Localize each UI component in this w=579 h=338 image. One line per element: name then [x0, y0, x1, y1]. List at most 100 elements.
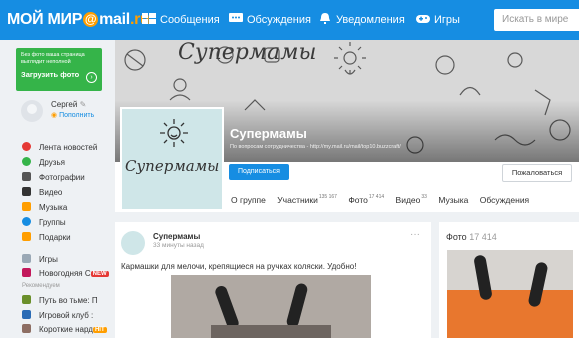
avatar-logo-text: Супермамы	[125, 157, 220, 175]
top-up-link[interactable]: ◉ Пополнить	[51, 111, 94, 119]
logo-mail: mail	[99, 11, 130, 28]
tab-about[interactable]: О группе	[231, 195, 266, 205]
menu-item-photos[interactable]: Фотографии	[22, 172, 85, 184]
video-icon	[22, 187, 31, 196]
post-photo[interactable]	[171, 275, 371, 338]
hit-badge: HIT	[92, 327, 107, 333]
nav-discussions[interactable]: Обсуждения	[229, 13, 311, 26]
stroller-handle	[213, 284, 241, 331]
post-author-avatar[interactable]	[121, 231, 145, 255]
menu-item-label: Короткие нард	[39, 325, 93, 334]
tab-count: 17 414	[368, 194, 385, 200]
tab-label: О группе	[231, 195, 266, 205]
camera-icon	[22, 172, 31, 181]
menu-item-label: Игры	[39, 255, 58, 264]
nav-games-label: Игры	[434, 14, 460, 26]
chevron-right-icon: ›	[86, 72, 97, 83]
cover-logo: Супермамы	[178, 40, 317, 65]
tab-discussions[interactable]: Обсуждения	[480, 195, 529, 205]
post-text: Кармашки для мелочи, крепящиеся на ручка…	[121, 262, 357, 271]
top-up-label: Пополнить	[59, 112, 95, 119]
friends-icon	[22, 157, 31, 166]
nav-messages[interactable]: Сообщения	[142, 13, 220, 26]
photo-thumbnail[interactable]	[447, 250, 573, 338]
group-tabs: О группе Участники135 167 Фото17 414 Вид…	[231, 194, 538, 205]
stroller-fabric	[447, 290, 573, 338]
site-logo[interactable]: МОЙ МИР @ mail.ru	[7, 11, 150, 29]
post-timestamp[interactable]: 33 минуты назад	[153, 242, 204, 249]
menu-item-gifts[interactable]: Подарки	[22, 232, 71, 244]
tab-label: Участники	[277, 195, 318, 205]
coin-icon: ◉	[51, 112, 58, 119]
logo-main: МОЙ МИР	[7, 11, 83, 28]
menu-item-label: Музыка	[39, 203, 68, 212]
group-subtitle: По вопросам сотрудничества - http://my.m…	[230, 144, 401, 150]
menu-item-label: Лента новостей	[39, 143, 98, 152]
tab-label: Музыка	[438, 195, 469, 205]
feed-icon	[22, 142, 31, 151]
game-thumbnail-icon	[22, 324, 31, 333]
bell-icon	[320, 13, 330, 24]
gamepad-icon	[416, 15, 430, 23]
user-name[interactable]: Сергей ✎	[51, 100, 86, 109]
user-avatar[interactable]	[21, 100, 43, 122]
menu-item-video[interactable]: Видео	[22, 187, 62, 199]
menu-item-music[interactable]: Музыка	[22, 202, 67, 214]
menu-item-label: Путь во тьме: П	[39, 296, 98, 305]
menu-item-label: Группы	[39, 218, 66, 227]
game-thumbnail-icon	[22, 268, 31, 277]
menu-item-rec-1[interactable]: Путь во тьме: П	[22, 295, 98, 307]
tab-members[interactable]: Участники135 167	[277, 194, 337, 205]
menu-item-label: Подарки	[39, 233, 71, 242]
menu-item-label: Новогодняя С	[39, 269, 91, 278]
menu-item-label: Видео	[39, 188, 63, 197]
menu-item-feed[interactable]: Лента новостей	[22, 142, 97, 154]
menu-item-rec-2[interactable]: Игровой клуб :	[22, 310, 93, 322]
menu-item-groups[interactable]: Группы	[22, 217, 66, 229]
menu-item-new-year-game[interactable]: Новогодняя С NEW	[22, 268, 109, 280]
game-thumbnail-icon	[22, 295, 31, 304]
nav-notifications-label: Уведомления	[336, 14, 405, 26]
game-thumbnail-icon	[22, 310, 31, 319]
user-name-text: Сергей	[51, 100, 78, 109]
tab-label: Фото	[348, 195, 368, 205]
photos-title: Фото	[446, 232, 467, 242]
photos-heading[interactable]: Фото 17 414	[446, 232, 497, 242]
tab-count: 135 167	[318, 194, 337, 200]
photos-count: 17 414	[469, 232, 497, 242]
sun-logo-icon	[160, 119, 188, 147]
upload-photo-promo[interactable]: Без фото ваша страница выглядит неполной…	[16, 48, 102, 91]
games-icon	[22, 254, 31, 263]
group-title: Супермамы	[230, 126, 307, 141]
recommended-heading: Рекомендуем	[22, 283, 60, 289]
group-avatar[interactable]: Супермамы	[120, 107, 224, 211]
gift-icon	[22, 232, 31, 241]
menu-item-friends[interactable]: Друзья	[22, 157, 65, 169]
report-button[interactable]: Пожаловаться	[502, 164, 572, 182]
messages-icon	[142, 13, 156, 24]
discussions-icon	[229, 13, 243, 22]
edit-icon[interactable]: ✎	[80, 100, 87, 109]
tab-music[interactable]: Музыка	[438, 195, 468, 205]
groups-icon	[22, 217, 31, 226]
stroller-handle	[285, 282, 309, 329]
nav-notifications[interactable]: Уведомления	[318, 13, 405, 26]
subscribe-button[interactable]: Подписаться	[229, 164, 289, 180]
menu-item-label: Друзья	[39, 158, 65, 167]
nav-discussions-label: Обсуждения	[247, 14, 311, 26]
menu-item-games[interactable]: Игры	[22, 254, 58, 266]
nav-messages-label: Сообщения	[160, 14, 220, 26]
tab-photos[interactable]: Фото17 414	[348, 194, 385, 205]
menu-item-rec-3[interactable]: Короткие нард HIT	[22, 324, 107, 336]
search-input[interactable]: Искать в мире	[494, 9, 579, 31]
menu-item-label: Фотографии	[39, 173, 85, 182]
menu-item-label: Игровой клуб :	[39, 311, 94, 320]
more-options-icon[interactable]: ···	[410, 229, 420, 240]
nav-games[interactable]: Игры	[416, 13, 460, 26]
new-badge: NEW	[90, 271, 109, 277]
music-icon	[22, 202, 31, 211]
stroller-bar	[211, 325, 331, 338]
tab-video[interactable]: Видео33	[396, 194, 427, 205]
tab-count: 33	[421, 194, 427, 200]
post-author[interactable]: Супермамы	[153, 232, 200, 241]
